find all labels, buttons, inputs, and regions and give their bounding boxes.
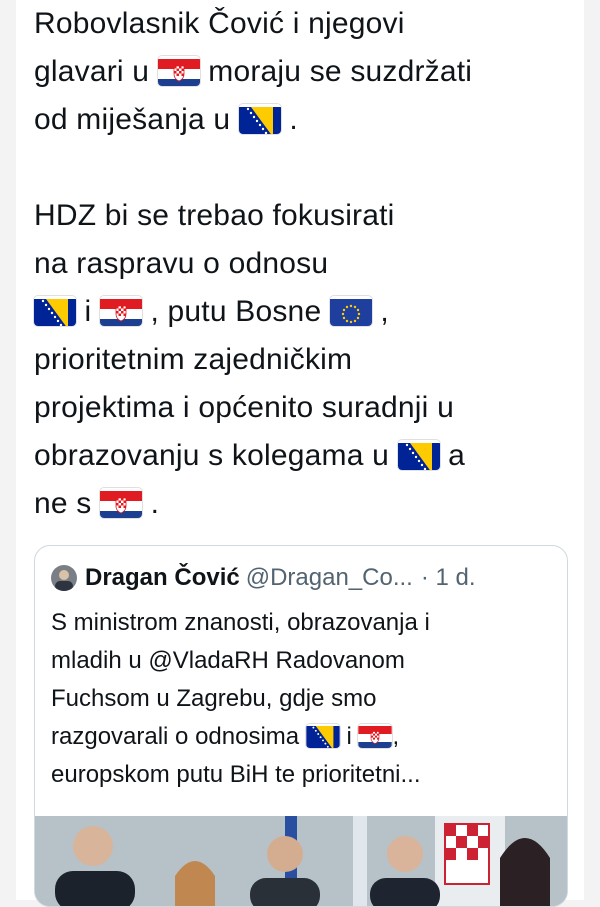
croatia-flag-icon: [158, 56, 200, 86]
tweet-line: ne s .: [34, 487, 160, 520]
quoted-timestamp[interactable]: · 1 d.: [421, 564, 476, 592]
quoted-tweet-header: Dragan Čović @Dragan_Co... · 1 d.: [51, 560, 555, 596]
quoted-line: europskom putu BiH te prioritetni...: [51, 761, 421, 788]
tweet-text: Robovlasnik Čović i njegovi glavari u mo…: [34, 0, 574, 528]
bosnia-flag-icon: [398, 440, 440, 470]
quoted-line: S ministrom znanosti, obrazovanja i: [51, 609, 430, 636]
croatia-flag-icon: [100, 296, 142, 326]
tweet-line: Robovlasnik Čović i njegovi: [34, 7, 405, 40]
tweet-line: i , putu Bosne ,: [34, 288, 574, 336]
tweet-line: HDZ bi se trebao fokusirati: [34, 199, 395, 232]
tweet-line: od miješanja u .: [34, 103, 298, 136]
croatia-flag-icon: [358, 724, 392, 748]
quoted-author-handle[interactable]: @Dragan_Co...: [246, 564, 413, 592]
quoted-author-name[interactable]: Dragan Čović: [85, 564, 240, 592]
quoted-tweet[interactable]: Dragan Čović @Dragan_Co... · 1 d. S mini…: [34, 545, 568, 907]
avatar[interactable]: [51, 565, 77, 591]
quoted-photo[interactable]: [35, 816, 567, 906]
quoted-tweet-text: S ministrom znanosti, obrazovanja i mlad…: [51, 604, 561, 794]
tweet-line: prioritetnim zajedničkim: [34, 343, 353, 376]
bosnia-flag-icon: [306, 724, 340, 748]
bosnia-flag-icon: [34, 296, 76, 326]
tweet-line: na raspravu o odnosu: [34, 247, 329, 280]
croatia-flag-icon: [100, 488, 142, 518]
tweet-line: projektima i općenito suradnji u: [34, 391, 454, 424]
quoted-line: razgovarali o odnosima i ,: [51, 723, 400, 750]
bosnia-flag-icon: [239, 104, 281, 134]
eu-flag-icon: [330, 296, 372, 326]
quoted-line: mladih u @VladaRH Radovanom: [51, 647, 405, 674]
tweet-line: obrazovanju s kolegama u a: [34, 439, 465, 472]
tweet-line: glavari u moraju se suzdržati: [34, 55, 473, 88]
quoted-line: Fuchsom u Zagrebu, gdje smo: [51, 685, 377, 712]
